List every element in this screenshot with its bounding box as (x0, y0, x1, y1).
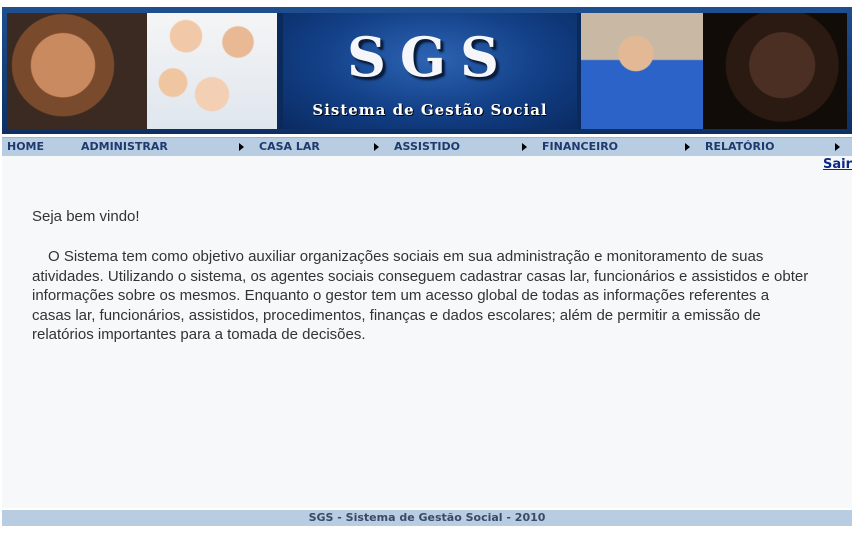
sgs-logo: SGS (346, 25, 514, 89)
welcome-message: Seja bem vindo! (32, 208, 140, 225)
main-menu: HOME ADMINISTRAR CASA LAR ASSISTIDO FINA… (2, 137, 852, 156)
submenu-arrow-icon[interactable] (239, 143, 244, 151)
submenu-arrow-icon[interactable] (685, 143, 690, 151)
system-name: Sistema de Gestão Social (312, 101, 548, 119)
menu-item-administrar[interactable]: ADMINISTRAR (81, 138, 168, 156)
children-group-photo (147, 13, 277, 129)
child-face-photo (703, 13, 847, 129)
menu-item-financeiro[interactable]: FINANCEIRO (542, 138, 618, 156)
system-description: O Sistema tem como objetivo auxiliar org… (32, 248, 809, 344)
page: SGS Sistema de Gestão Social HOME ADMINI… (0, 0, 856, 535)
header-banner: SGS Sistema de Gestão Social (2, 7, 852, 134)
footer: SGS - Sistema de Gestão Social - 2010 (2, 510, 852, 526)
banner-image-strip: SGS Sistema de Gestão Social (7, 13, 847, 129)
logout-link[interactable]: Sair (823, 157, 852, 172)
submenu-arrow-icon[interactable] (835, 143, 840, 151)
menu-item-relatorio[interactable]: RELATÓRIO (705, 138, 774, 156)
submenu-arrow-icon[interactable] (374, 143, 379, 151)
main-content: Sair Seja bem vindo! O Sistema tem como … (2, 156, 852, 508)
submenu-arrow-icon[interactable] (522, 143, 527, 151)
child-photo-smiling (7, 13, 147, 129)
boy-reading-photo (581, 13, 703, 129)
logo-panel: SGS Sistema de Gestão Social (283, 13, 577, 129)
menu-item-home[interactable]: HOME (7, 138, 44, 156)
menu-item-casa-lar[interactable]: CASA LAR (259, 138, 320, 156)
menu-item-assistido[interactable]: ASSISTIDO (394, 138, 460, 156)
